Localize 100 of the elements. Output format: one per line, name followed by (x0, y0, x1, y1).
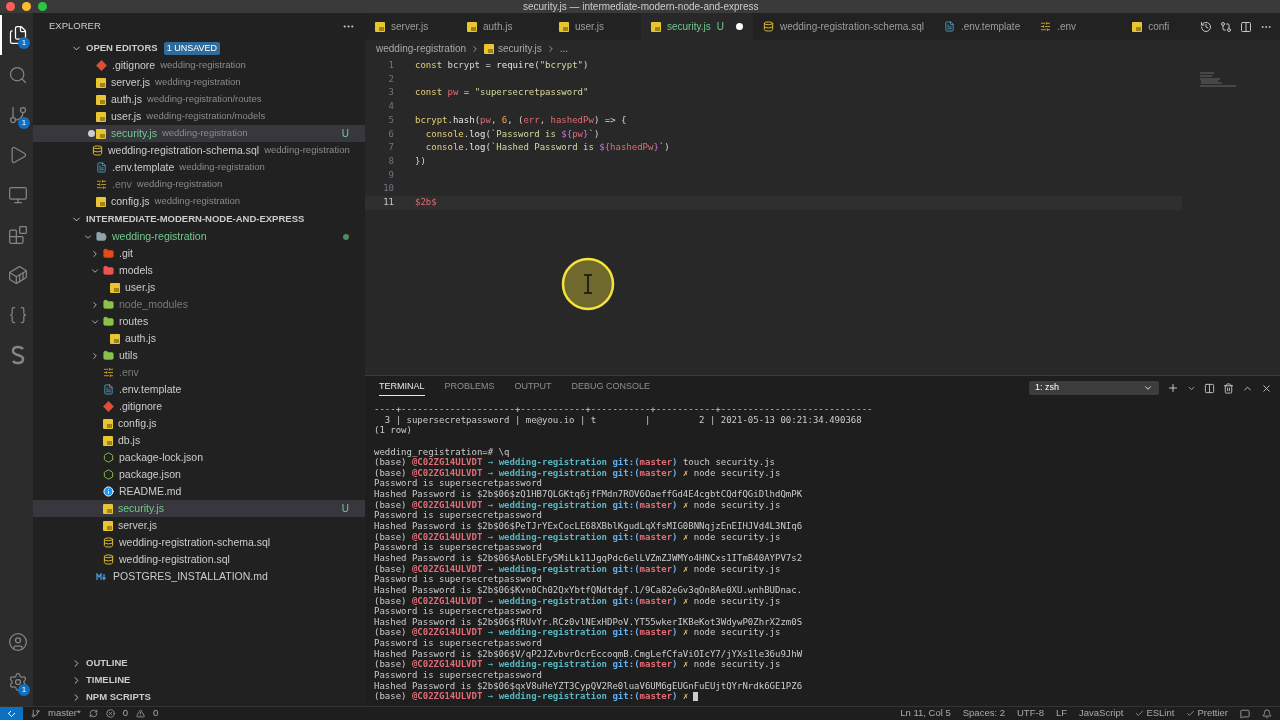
tree-item[interactable]: .gitignore (33, 398, 365, 415)
status-item[interactable]: Ln 11, Col 5 (900, 706, 951, 720)
tree-item[interactable]: models (33, 262, 365, 279)
editor-tab[interactable]: server.js (365, 13, 457, 40)
tree-item[interactable]: routes (33, 313, 365, 330)
breadcrumb[interactable]: ... (559, 41, 569, 56)
tree-item[interactable]: user.js (33, 279, 365, 296)
open-editor-item[interactable]: auth.js wedding-registration/routes (33, 91, 365, 108)
editor-tab[interactable]: .env.template (933, 13, 1031, 40)
tree-item[interactable]: node_modules (33, 296, 365, 313)
tree-item[interactable]: auth.js (33, 330, 365, 347)
tree-item[interactable]: wedding-registration-schema.sql (33, 534, 365, 551)
remote-icon[interactable] (7, 709, 16, 718)
error-count[interactable]: 0 (122, 706, 129, 720)
file-icon (103, 384, 114, 395)
breadcrumb[interactable]: wedding-registration (376, 41, 467, 56)
open-editor-item[interactable]: security.js wedding-registration U (33, 125, 365, 142)
tree-item[interactable]: .env (33, 364, 365, 381)
unsaved-badge: 1 UNSAVED (163, 41, 220, 56)
js-file-icon (1132, 21, 1143, 32)
close-icon[interactable] (1261, 382, 1272, 394)
open-editor-item[interactable]: wedding-registration-schema.sql wedding-registration (33, 142, 365, 159)
compare-icon[interactable] (1220, 20, 1232, 33)
tree-item[interactable]: security.js U (33, 500, 365, 517)
tree-item[interactable]: server.js (33, 517, 365, 534)
status-item[interactable]: JavaScript (1079, 706, 1124, 720)
tree-item[interactable]: .env.template (33, 381, 365, 398)
status-item[interactable]: UTF-8 (1017, 706, 1044, 720)
open-editor-item[interactable]: .env.template wedding-registration (33, 159, 365, 176)
open-editor-item[interactable]: .gitignore wedding-registration (33, 57, 365, 74)
folder-icon (103, 248, 114, 259)
editor-tab[interactable]: security.js U (641, 13, 753, 40)
extensions-icon[interactable] (7, 225, 28, 245)
section-header[interactable]: OPEN EDITORS (86, 41, 158, 56)
panel-tab[interactable]: TERMINAL (379, 379, 425, 397)
panel-tab[interactable]: PROBLEMS (444, 379, 495, 397)
new-terminal-icon[interactable] (1167, 382, 1179, 394)
open-editor-item[interactable]: server.js wedding-registration (33, 74, 365, 91)
split-editor-icon[interactable] (1240, 20, 1252, 33)
terminal-line: wedding_registration=# \q (374, 446, 510, 457)
database-icon (762, 21, 774, 32)
open-editor-item[interactable]: config.js wedding-registration (33, 193, 365, 210)
tree-item[interactable]: config.js (33, 415, 365, 432)
section-header[interactable]: TIMELINE (86, 673, 131, 688)
code-line: const pw = "supersecretpassword" (415, 86, 589, 100)
search-icon[interactable] (7, 65, 28, 85)
container-icon[interactable] (7, 265, 28, 285)
status-item[interactable]: Spaces: 2 (962, 706, 1005, 720)
hexagon-icon (103, 452, 114, 463)
braces-icon[interactable] (7, 305, 28, 325)
tree-item[interactable]: README.md (33, 483, 365, 500)
code-line: console.log(`Hashed Password is ${hashedPw}`) (424, 141, 670, 155)
tree-item[interactable]: .git (33, 245, 365, 262)
minimize-window-button[interactable] (22, 2, 31, 11)
files-icon[interactable] (7, 25, 28, 45)
split-terminal-icon[interactable] (1204, 382, 1215, 394)
tree-item[interactable]: utils (33, 347, 365, 364)
editor-tab[interactable]: wedding-registration-schema.sql (752, 13, 934, 40)
status-item[interactable]: LF (1055, 706, 1067, 720)
settings-icon[interactable] (7, 672, 28, 692)
editor-tab[interactable]: confi (1122, 13, 1170, 40)
line-number: 3 (387, 86, 394, 100)
zoom-window-button[interactable] (38, 2, 47, 11)
account-icon[interactable] (7, 632, 28, 652)
editor-tab[interactable]: auth.js (457, 13, 549, 40)
terminal-line: Password is supersecretpassword (374, 478, 543, 490)
tree-item[interactable]: db.js (33, 432, 365, 449)
breadcrumb[interactable]: security.js (498, 41, 542, 56)
status-item[interactable]: ESLint (1146, 706, 1175, 720)
status-item[interactable]: Prettier (1197, 706, 1228, 720)
history-icon[interactable] (1200, 20, 1212, 33)
branch-label[interactable]: master* (48, 706, 81, 720)
chevron-down-icon[interactable] (1143, 383, 1153, 393)
terminal-line: (base) @C02ZG14ULVDT → wedding-registration git:(master) touch security.js (374, 457, 776, 468)
cursor-highlight-icon (561, 257, 615, 311)
tree-item[interactable]: package-lock.json (33, 449, 365, 466)
section-header[interactable]: OUTLINE (86, 656, 128, 671)
section-header[interactable]: INTERMEDIATE-MODERN-NODE-AND-EXPRESS (86, 212, 305, 227)
close-window-button[interactable] (6, 2, 15, 11)
feedback-icon[interactable] (1240, 708, 1250, 719)
section-header[interactable]: NPM SCRIPTS (86, 690, 151, 705)
trash-icon[interactable] (1223, 382, 1234, 394)
bell-icon[interactable] (1262, 708, 1272, 719)
tree-item[interactable]: wedding-registration.sql (33, 551, 365, 568)
tree-item[interactable]: wedding-registration (33, 228, 365, 245)
error-icon (105, 709, 115, 718)
terminal-select[interactable]: 1: zsh (1035, 381, 1059, 395)
panel-tab[interactable]: OUTPUT (514, 379, 552, 397)
editor-tab[interactable]: user.js (549, 13, 641, 40)
monitor-icon[interactable] (7, 185, 28, 205)
source-control-icon[interactable] (7, 105, 28, 125)
warning-count[interactable]: 0 (153, 706, 159, 720)
editor-tab[interactable]: .env (1030, 13, 1123, 40)
panel-tab[interactable]: DEBUG CONSOLE (571, 379, 651, 397)
sync-icon[interactable] (88, 709, 98, 718)
tree-item[interactable]: POSTGRES_INSTALLATION.md (33, 568, 365, 585)
terminal-line: Password is supersecretpassword (374, 510, 543, 522)
open-editor-item[interactable]: user.js wedding-registration/models (33, 108, 365, 125)
tree-item[interactable]: package.json (33, 466, 365, 483)
open-editor-item[interactable]: .env wedding-registration (33, 176, 365, 193)
